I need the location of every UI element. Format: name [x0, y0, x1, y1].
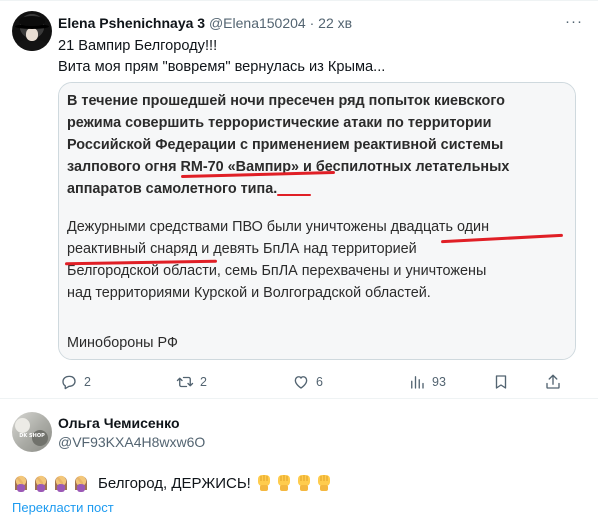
image-line: аппаратов самолетного типа. [67, 181, 278, 197]
author-name[interactable]: Elena Pshenichnaya 3 [58, 15, 205, 31]
raised-fist-emoji-icon [257, 475, 270, 491]
tweet-header: Elena Pshenichnaya 3 @Elena150204 · 22 х… [58, 14, 352, 32]
tweet[interactable]: Elena Pshenichnaya 3 @Elena150204 · 22 х… [0, 0, 598, 398]
avatar-caption: DK SHOP [19, 433, 45, 439]
image-line: Российской Федерации с применением реакт… [67, 137, 504, 153]
red-underline-aircraft [277, 194, 311, 196]
reply-icon [62, 375, 76, 390]
image-line: В течение прошедшей ночи пресечен ряд по… [67, 93, 505, 109]
share-icon [546, 374, 560, 389]
reply-count: 2 [84, 375, 91, 389]
tweet-text-line: 21 Вампир Белгороду!!! [58, 38, 218, 54]
facepalm-emoji-icon [55, 475, 67, 492]
facepalm-emoji-icon [35, 475, 47, 492]
image-text-block: В течение прошедшей ночи пресечен ряд по… [59, 83, 575, 359]
raised-fist-emoji-icon [297, 475, 310, 491]
views-icon [411, 376, 424, 389]
reply-author-name[interactable]: Ольга Чемисенко [58, 414, 180, 432]
image-signature: Минобороны РФ [67, 335, 178, 351]
tweet-image[interactable]: В течение прошедшей ночи пресечен ряд по… [58, 82, 576, 360]
views-count: 93 [432, 375, 446, 389]
facepalm-emoji-icon [15, 475, 27, 492]
reply-author-handle[interactable]: @VF93KXA4H8wxw6O [58, 433, 205, 451]
heart-icon [294, 376, 308, 389]
facepalm-emoji-icon [75, 475, 87, 492]
raised-fist-emoji-icon [317, 475, 330, 491]
tweet-actions: 2 2 6 93 [58, 372, 578, 392]
reply-message: Белгород, ДЕРЖИСЬ! [98, 475, 251, 492]
author-avatar[interactable] [12, 11, 52, 51]
retweet-count: 2 [200, 375, 207, 389]
author-handle[interactable]: @Elena150204 [209, 15, 306, 31]
like-count: 6 [316, 375, 323, 389]
image-line: режима совершить террористические атаки … [67, 115, 492, 131]
reply-text: Белгород, ДЕРЖИСЬ! [12, 472, 335, 494]
translate-post-link[interactable]: Перекласти пост [12, 499, 114, 517]
image-line: Дежурными средствами ПВО были уничтожены… [67, 219, 490, 235]
raised-fist-emoji-icon [277, 475, 290, 491]
tweet-timestamp[interactable]: 22 хв [318, 15, 352, 31]
bookmark-icon [495, 375, 507, 389]
tweet-text-line: Вита моя прям "вовремя" вернулась из Кры… [58, 59, 386, 75]
retweet-icon [176, 376, 194, 388]
reply-author-avatar[interactable]: DK SHOP [12, 412, 52, 452]
image-line: над территориями Курской и Волгоградской… [67, 285, 431, 301]
more-options-icon[interactable]: ··· [564, 12, 584, 32]
image-paragraph-1: В течение прошедшей ночи пресечен ряд по… [67, 90, 567, 200]
image-line: реактивный снаряд и девять БпЛА над терр… [67, 241, 417, 257]
image-line: залпового огня RM-70 «Вампир» и беспилот… [67, 159, 510, 175]
header-separator: · [309, 15, 315, 31]
tweet-text: 21 Вампир Белгороду!!! Вита моя прям "во… [58, 36, 578, 78]
tweet-divider [0, 398, 598, 399]
